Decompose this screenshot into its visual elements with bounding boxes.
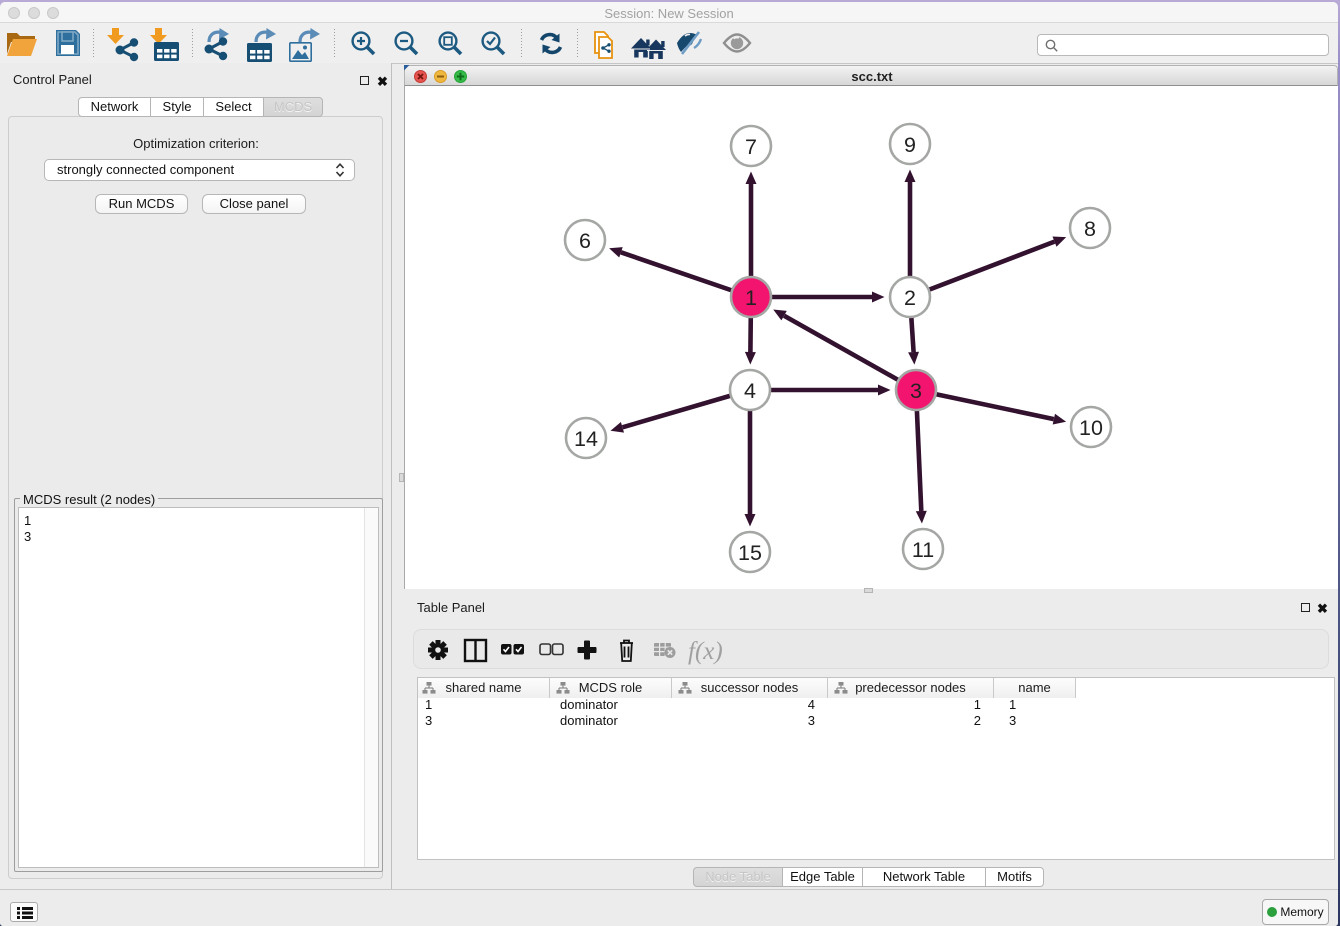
svg-text:1: 1 <box>745 286 757 310</box>
svg-text:7: 7 <box>745 135 757 159</box>
svg-text:f(x): f(x) <box>688 638 723 665</box>
svg-text:11: 11 <box>912 538 934 562</box>
svg-text:6: 6 <box>579 229 591 253</box>
svg-text:9: 9 <box>904 133 916 157</box>
svg-text:15: 15 <box>738 541 762 565</box>
svg-text:14: 14 <box>574 427 598 451</box>
svg-text:3: 3 <box>910 379 922 403</box>
svg-text:10: 10 <box>1079 416 1103 440</box>
svg-text:4: 4 <box>744 379 756 403</box>
svg-text:2: 2 <box>904 286 916 310</box>
svg-text:8: 8 <box>1084 217 1096 241</box>
